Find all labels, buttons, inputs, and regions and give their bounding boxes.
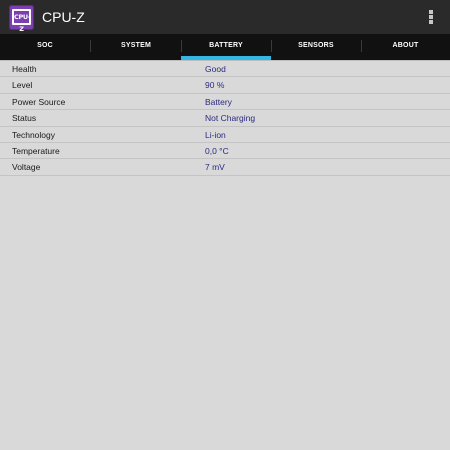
row-value: Good (205, 64, 226, 74)
row-value: 0,0 °C (205, 145, 229, 156)
row-key: Health (12, 64, 37, 74)
tab-about[interactable]: ABOUT (361, 34, 450, 60)
list-item: Voltage 7 mV (0, 159, 450, 176)
row-key: Status (12, 113, 37, 124)
tab-soc[interactable]: SOC (0, 34, 90, 60)
row-value: 90 % (205, 80, 225, 91)
app-icon-label: CPU-Z (12, 9, 31, 33)
row-value: Not Charging (205, 113, 256, 124)
row-key: Temperature (12, 145, 60, 156)
row-key: Voltage (12, 162, 41, 173)
row-key: Technology (12, 129, 56, 140)
cpu-chip-icon[interactable]: CPU-Z (9, 5, 34, 33)
list-item: Level 90 % (0, 77, 450, 94)
row-value: Li-ion (205, 129, 226, 140)
row-key: Power Source (12, 96, 66, 107)
row-value: 7 mV (205, 162, 225, 173)
list-item: Technology Li-ion (0, 127, 450, 143)
row-key: Level (12, 80, 33, 91)
list-item: Temperature 0,0 °C (0, 143, 450, 160)
tab-sensors[interactable]: SENSORS (271, 34, 361, 60)
list-item: Status Not Charging (0, 110, 450, 127)
action-bar: CPU-Z CPU-Z (0, 0, 450, 34)
list-item: Power Source Battery (0, 94, 450, 111)
row-value: Battery (205, 96, 232, 107)
tab-system[interactable]: SYSTEM (91, 34, 181, 60)
battery-info-list: Health Good Level 90 % Power Source Batt… (0, 61, 450, 176)
overflow-menu-icon[interactable] (426, 9, 436, 25)
app-title: CPU-Z (42, 9, 85, 25)
list-item: Health Good (0, 61, 450, 78)
